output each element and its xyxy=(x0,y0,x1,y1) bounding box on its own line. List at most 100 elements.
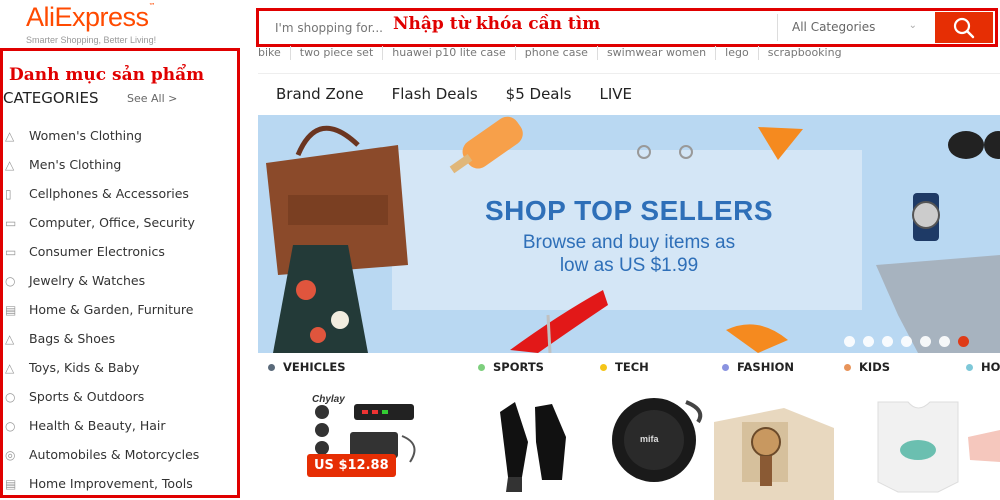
search-icon xyxy=(953,17,975,38)
product-brand-label: mifa xyxy=(640,434,659,444)
parking-sensor-image xyxy=(315,404,416,463)
search-button[interactable] xyxy=(935,12,993,43)
dress-icon: △ xyxy=(5,128,15,143)
category-item-toys[interactable]: △ Toys, Kids & Baby xyxy=(3,353,237,382)
hot-term-link[interactable]: swimwear women xyxy=(607,46,717,60)
category-item-womens-clothing[interactable]: △ Women's Clothing xyxy=(3,121,237,150)
hot-term-link[interactable]: scrapbooking xyxy=(768,46,851,60)
hot-term-link[interactable]: huawei p10 lite case xyxy=(392,46,516,60)
category-list: △ Women's Clothing △ Men's Clothing ▯ Cellp… xyxy=(3,121,237,495)
category-item-home-improvement[interactable]: ▤ Home Improvement, Tools xyxy=(3,469,237,495)
carousel-dot[interactable] xyxy=(863,336,874,347)
category-item-home-garden[interactable]: ▤ Home & Garden, Furniture xyxy=(3,295,237,324)
category-label: Health & Beauty, Hair xyxy=(29,418,166,433)
categories-header: CATEGORIES xyxy=(3,89,99,107)
category-item-cellphones[interactable]: ▯ Cellphones & Accessories xyxy=(3,179,237,208)
tab-bullet xyxy=(722,363,729,371)
category-item-electronics[interactable]: ▭ Consumer Electronics xyxy=(3,237,237,266)
baby-onesie-image xyxy=(877,401,1000,493)
search-highlight-frame: Nhập từ khóa cần tìm All Categories ⌄ xyxy=(256,8,998,47)
category-label: Home Improvement, Tools xyxy=(29,476,193,491)
chevron-down-icon: ⌄ xyxy=(908,20,917,31)
phone-icon: ▯ xyxy=(5,186,12,201)
category-tabs: VEHICLES SPORTS TECH FASHION KIDS HO xyxy=(266,360,1000,378)
speaker-image xyxy=(612,398,703,482)
tab-home[interactable]: HO xyxy=(966,360,1000,374)
logo-trademark: ™ xyxy=(148,2,156,10)
category-dropdown[interactable]: All Categories ⌄ xyxy=(777,14,927,41)
beauty-icon: ○ xyxy=(5,418,16,433)
tab-label: FASHION xyxy=(737,360,795,374)
product-row: Chylay US $12.88 mifa xyxy=(258,382,1000,500)
category-label: Sports & Outdoors xyxy=(29,389,145,404)
laptop-icon: ▭ xyxy=(5,215,17,230)
tab-label: HO xyxy=(981,360,1000,374)
hot-term-link[interactable]: phone case xyxy=(525,46,598,60)
category-item-computer[interactable]: ▭ Computer, Office, Security xyxy=(3,208,237,237)
nav-flash-deals[interactable]: Flash Deals xyxy=(392,85,478,103)
category-label: Automobiles & Motorcycles xyxy=(29,447,200,462)
carousel-dot[interactable] xyxy=(844,336,855,347)
category-label: Men's Clothing xyxy=(29,157,122,172)
car-icon: ◎ xyxy=(5,447,16,462)
aliexpress-logo[interactable]: AliExpress™ Smarter Shopping, Better Liv… xyxy=(26,2,156,45)
category-item-sports[interactable]: ○ Sports & Outdoors xyxy=(3,382,237,411)
nav-live[interactable]: LIVE xyxy=(599,85,632,103)
tab-tech[interactable]: TECH xyxy=(600,360,649,374)
tv-icon: ▭ xyxy=(5,244,17,259)
carousel-dot[interactable] xyxy=(920,336,931,347)
product-card-baby-onesie[interactable] xyxy=(858,382,1000,500)
carousel-dots xyxy=(844,336,969,347)
category-item-bags-shoes[interactable]: △ Bags & Shoes xyxy=(3,324,237,353)
product-card-parking-sensor[interactable]: Chylay US $12.88 xyxy=(282,382,442,500)
product-card-gloves[interactable] xyxy=(480,382,590,500)
shirt-icon: △ xyxy=(5,157,15,172)
product-card-speaker[interactable]: mifa xyxy=(606,382,716,500)
tab-sports[interactable]: SPORTS xyxy=(478,360,544,374)
hot-term-link[interactable]: lego xyxy=(725,46,759,60)
tab-bullet xyxy=(268,363,275,371)
category-label: Cellphones & Accessories xyxy=(29,186,189,201)
tab-bullet xyxy=(478,363,485,371)
see-all-link[interactable]: See All > xyxy=(127,92,177,105)
carousel-dot[interactable] xyxy=(901,336,912,347)
category-label: Toys, Kids & Baby xyxy=(29,360,140,375)
chair-icon: ▤ xyxy=(5,302,17,317)
price-tag: US $12.88 xyxy=(307,454,396,477)
categories-highlight-frame: Danh mục sản phẩm CATEGORIES See All > △… xyxy=(0,48,240,498)
hero-banner[interactable]: SHOP TOP SELLERS Browse and buy items as… xyxy=(258,115,1000,353)
category-item-automobiles[interactable]: ◎ Automobiles & Motorcycles xyxy=(3,440,237,469)
hot-term-link[interactable]: two piece set xyxy=(300,46,384,60)
carousel-dot-active[interactable] xyxy=(958,336,969,347)
tab-label: VEHICLES xyxy=(283,360,346,374)
search-input[interactable] xyxy=(263,14,773,41)
nav-brand-zone[interactable]: Brand Zone xyxy=(276,85,364,103)
category-label: Consumer Electronics xyxy=(29,244,165,259)
categories-annotation: Danh mục sản phẩm xyxy=(9,65,205,85)
tab-bullet xyxy=(600,363,607,371)
tab-kids[interactable]: KIDS xyxy=(844,360,890,374)
main-nav: Brand Zone Flash Deals $5 Deals LIVE xyxy=(258,73,1000,113)
banner-subtitle: Browse and buy items as low as US $1.99 xyxy=(522,232,736,276)
category-dropdown-label: All Categories xyxy=(792,20,876,34)
logo-text: AliExpress xyxy=(26,2,149,32)
category-label: Home & Garden, Furniture xyxy=(29,302,194,317)
hot-term-link[interactable]: bike xyxy=(258,46,291,60)
hot-search-terms: bike two piece set huawei p10 lite case … xyxy=(258,46,860,60)
tools-icon: ▤ xyxy=(5,476,17,491)
tab-bullet xyxy=(966,363,973,371)
category-item-mens-clothing[interactable]: △ Men's Clothing xyxy=(3,150,237,179)
product-card-watch[interactable] xyxy=(714,382,834,500)
tab-vehicles[interactable]: VEHICLES xyxy=(268,360,346,374)
carousel-dot[interactable] xyxy=(882,336,893,347)
carousel-dot[interactable] xyxy=(939,336,950,347)
category-label: Jewelry & Watches xyxy=(29,273,146,288)
nav-5-deals[interactable]: $5 Deals xyxy=(506,85,572,103)
category-item-health-beauty[interactable]: ○ Health & Beauty, Hair xyxy=(3,411,237,440)
category-label: Bags & Shoes xyxy=(29,331,116,346)
category-item-jewelry[interactable]: ○ Jewelry & Watches xyxy=(3,266,237,295)
logo-tagline: Smarter Shopping, Better Living! xyxy=(26,35,157,45)
toy-icon: △ xyxy=(5,360,15,375)
tab-label: SPORTS xyxy=(493,360,544,374)
tab-fashion[interactable]: FASHION xyxy=(722,360,794,374)
